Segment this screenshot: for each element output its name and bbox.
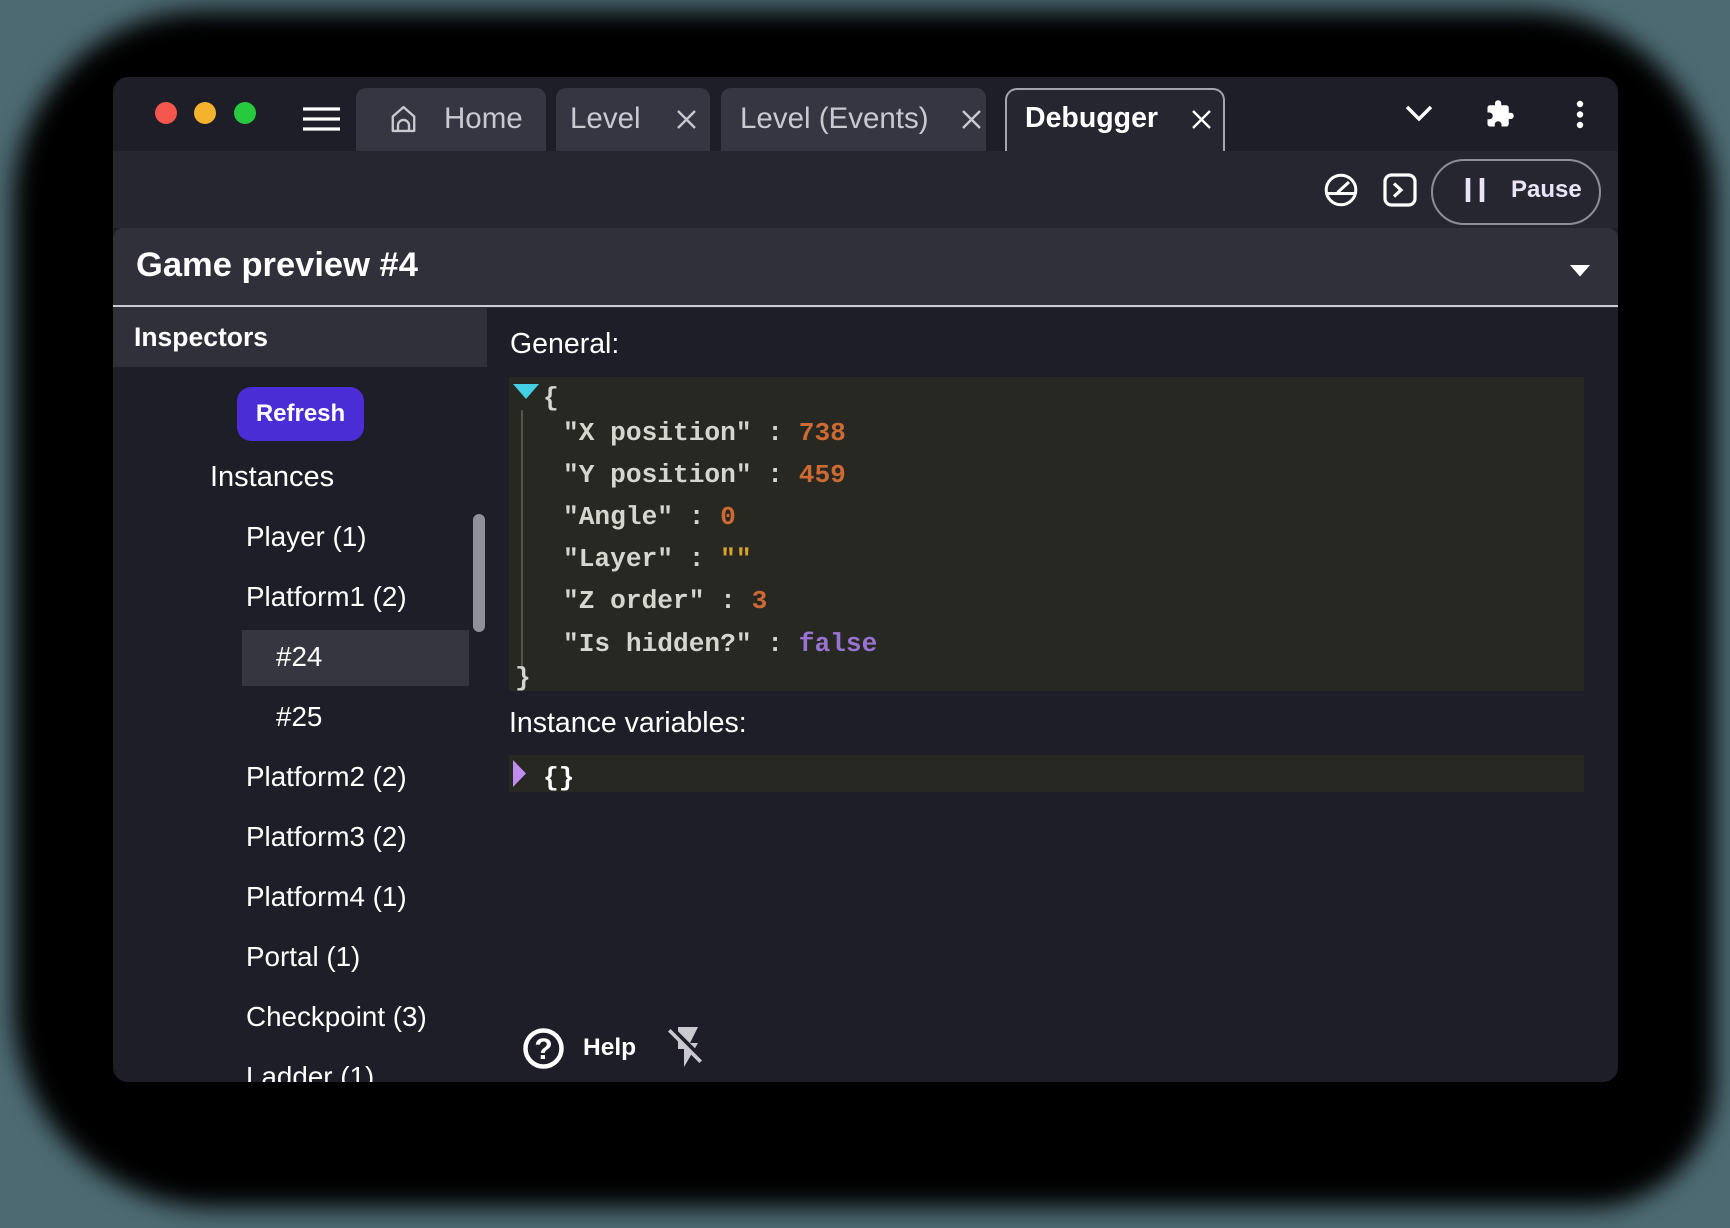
svg-text:?: ? <box>534 1033 552 1066</box>
